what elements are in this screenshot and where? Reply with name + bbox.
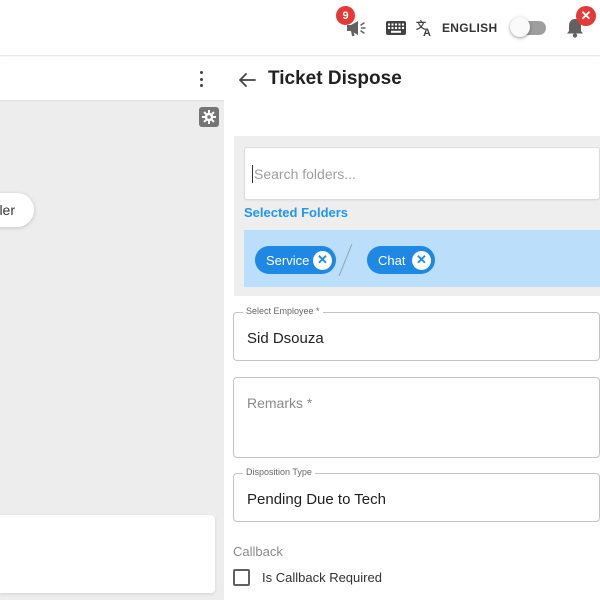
page-title: Ticket Dispose [268, 68, 402, 89]
theme-toggle[interactable] [510, 0, 546, 56]
callback-required-row[interactable]: Is Callback Required [233, 569, 382, 586]
remarks-textarea[interactable]: Remarks * [233, 377, 600, 458]
gear-icon [202, 110, 216, 124]
top-bar: 9 文 A ENGLISH ✕ [0, 0, 600, 56]
back-button[interactable] [236, 69, 258, 91]
callback-required-checkbox[interactable] [233, 569, 250, 586]
settings-button[interactable] [199, 107, 219, 127]
callback-section-label: Callback [233, 544, 283, 559]
folder-chip-service[interactable]: Service ✕ [255, 246, 336, 274]
chip-separator [338, 244, 353, 276]
folder-section: Selected Folders Service ✕ Chat ✕ [234, 136, 600, 296]
folder-search-box[interactable] [244, 147, 600, 200]
disposition-type-label: Disposition Type [243, 467, 315, 477]
keyboard-button[interactable] [386, 0, 406, 56]
left-card [0, 515, 215, 593]
employee-select-value: Sid Dsouza [247, 330, 324, 347]
folder-chip-chat[interactable]: Chat ✕ [367, 246, 435, 274]
folder-chip-partial[interactable]: ler [0, 193, 34, 227]
selected-folders-label: Selected Folders [244, 205, 349, 220]
arrow-left-icon [239, 73, 256, 87]
folder-search-input[interactable] [254, 165, 584, 182]
folder-chip-label: Chat [378, 252, 406, 268]
remarks-placeholder: Remarks * [247, 395, 313, 411]
translate-button[interactable]: 文 A [416, 0, 434, 56]
left-panel: ler [0, 57, 224, 600]
selected-folders-list: Service ✕ Chat ✕ [244, 230, 600, 287]
translate-icon: 文 A [416, 19, 431, 37]
callback-required-label[interactable]: Is Callback Required [262, 570, 382, 585]
disposition-type-value: Pending Due to Tech [247, 491, 386, 508]
ticket-dispose-panel: Ticket Dispose Selected Folders Service … [224, 57, 600, 600]
remove-chip-icon[interactable]: ✕ [313, 250, 332, 270]
notification-alert-badge[interactable]: ✕ [576, 6, 596, 26]
more-options-icon[interactable] [195, 69, 207, 89]
employee-select[interactable]: Select Employee * Sid Dsouza [233, 306, 600, 361]
folder-chip-label: Service [266, 252, 310, 268]
svg-text:A: A [423, 27, 431, 37]
left-panel-header [0, 57, 224, 101]
remove-chip-icon[interactable]: ✕ [412, 250, 431, 270]
employee-select-label: Select Employee * [243, 306, 323, 316]
disposition-type-select[interactable]: Disposition Type Pending Due to Tech [233, 467, 600, 522]
language-label[interactable]: ENGLISH [442, 0, 497, 56]
keyboard-icon [386, 21, 406, 35]
announcement-count-badge: 9 [336, 6, 355, 25]
